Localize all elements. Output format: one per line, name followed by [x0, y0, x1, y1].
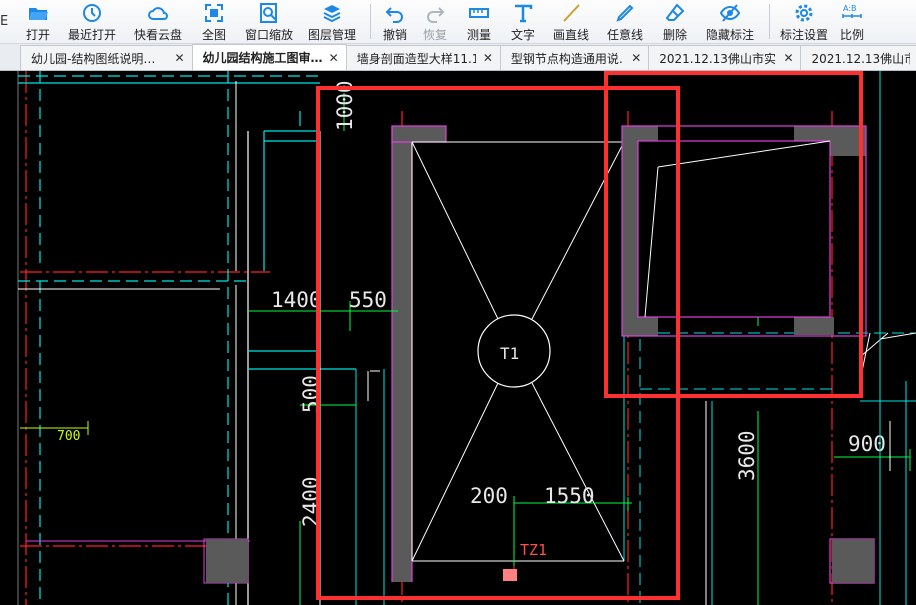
column-right-lower	[832, 539, 874, 583]
cloud-label: 快看云盘	[133, 28, 182, 42]
tab-label: 幼儿园-结构图纸说明…	[31, 51, 156, 66]
window-zoom-label: 窗口缩放	[244, 28, 293, 42]
undo-button[interactable]: 撤销	[377, 0, 413, 43]
scale-button[interactable]: A:B 比例	[832, 0, 872, 43]
redo-button[interactable]: 恢复	[413, 0, 457, 43]
cloud-button[interactable]: 快看云盘	[126, 0, 190, 43]
scale-ab-icon: A:B	[842, 4, 862, 18]
toolbar-separator	[769, 4, 770, 39]
recent-label: 最近打开	[67, 28, 116, 42]
redo-icon	[427, 7, 445, 23]
close-icon[interactable]: ✕	[482, 51, 494, 65]
document-tab-bar: 幼儿园-结构图纸说明… ✕ 幼儿园结构施工图审… ✕ 墙身剖面造型大样11.16…	[0, 44, 916, 71]
wall-left-stair	[392, 126, 412, 582]
annotation-settings-label: 标注设置	[779, 28, 828, 42]
svg-text:A:B: A:B	[843, 4, 857, 13]
fit-all-button[interactable]: 全图	[190, 0, 238, 43]
main-toolbar: E 打开 最近打开 快看云盘 全图 窗口缩放 图层管理 撤销 恢复 测量 文字 …	[0, 0, 916, 44]
fit-all-label: 全图	[201, 28, 226, 42]
window-zoom-button[interactable]: 窗口缩放	[238, 0, 300, 43]
dim-1400: 1400	[271, 288, 322, 312]
text-button[interactable]: 文字	[501, 0, 545, 43]
dim-3600: 3600	[735, 430, 759, 481]
delete-label: 删除	[662, 28, 687, 42]
wall-lines-left	[18, 81, 321, 605]
tab-label: 型钢节点构造通用说…	[510, 51, 625, 66]
tab-foshan-2[interactable]: 2021.12.13佛山市…	[800, 45, 916, 70]
annotation-settings-button[interactable]: 标注设置	[776, 0, 832, 43]
scale-label: 比例	[839, 28, 864, 42]
tab-steel-joint[interactable]: 型钢节点构造通用说… ✕	[499, 45, 650, 70]
ruler-icon	[469, 8, 489, 18]
stair-column-marker	[503, 569, 517, 581]
tab-structure-review[interactable]: 幼儿园结构施工图审… ✕	[191, 44, 347, 70]
toolbar-cut-label: E	[0, 14, 9, 29]
close-icon[interactable]: ✕	[782, 51, 794, 65]
freeline-label: 任意线	[606, 28, 643, 42]
room-interior	[638, 141, 830, 317]
open-label: 打开	[25, 28, 50, 42]
layers-label: 图层管理	[307, 28, 356, 42]
hide-annotation-button[interactable]: 隐藏标注	[697, 0, 763, 43]
tab-label: 2021.12.13佛山市…	[811, 51, 910, 66]
tab-structure-notes[interactable]: 幼儿园-结构图纸说明… ✕	[20, 45, 193, 70]
cloud-icon	[148, 7, 168, 20]
pen-icon	[616, 4, 634, 22]
dim-200: 200	[470, 484, 508, 508]
tab-label: 2021.12.13佛山市实…	[659, 51, 777, 66]
fit-all-icon	[205, 4, 223, 22]
layers-icon	[323, 5, 341, 23]
dim-700-text: 700	[57, 429, 80, 444]
dim-550: 550	[349, 288, 387, 312]
toolbar-separator	[370, 4, 371, 39]
undo-icon	[385, 7, 403, 23]
layers-button[interactable]: 图层管理	[300, 0, 364, 43]
tab-label: 墙身剖面造型大样11.16	[356, 51, 476, 66]
eye-slash-icon	[719, 4, 741, 22]
hide-annotation-label: 隐藏标注	[705, 28, 754, 42]
gear-icon	[795, 4, 813, 22]
close-icon[interactable]: ✕	[174, 51, 186, 65]
measure-label: 测量	[466, 28, 491, 42]
text-T-icon	[515, 4, 533, 23]
tab-wall-section[interactable]: 墙身剖面造型大样11.16 ✕	[345, 45, 501, 70]
eraser-icon	[665, 3, 685, 21]
close-icon[interactable]: ✕	[328, 51, 340, 65]
tab-foshan-1[interactable]: 2021.12.13佛山市实… ✕	[648, 45, 802, 70]
window-zoom-icon	[260, 3, 277, 23]
dim-1550: 1550	[544, 484, 595, 508]
stair-column-label-tz1: TZ1	[520, 541, 547, 559]
cad-drawing: 700 T1 1400 550 1000 500 2400 200 1550 3…	[17, 71, 916, 605]
undo-label: 撤销	[382, 28, 407, 42]
delete-button[interactable]: 删除	[653, 0, 697, 43]
column-right-bottom	[794, 317, 834, 335]
text-label: 文字	[510, 28, 535, 42]
freeline-button[interactable]: 任意线	[597, 0, 653, 43]
line-icon	[563, 4, 580, 22]
measure-button[interactable]: 测量	[457, 0, 501, 43]
line-button[interactable]: 画直线	[545, 0, 597, 43]
cad-drawing-canvas[interactable]: 700 T1 1400 550 1000 500 2400 200 1550 3…	[0, 71, 916, 605]
recent-button[interactable]: 最近打开	[58, 0, 126, 43]
column-left	[206, 539, 248, 583]
open-button[interactable]: 打开	[18, 0, 58, 43]
line-label: 画直线	[552, 28, 589, 42]
clock-history-icon	[83, 4, 101, 22]
folder-open-icon	[29, 8, 48, 20]
tab-label: 幼儿园结构施工图审…	[202, 51, 322, 65]
stair-label-t1: T1	[500, 344, 519, 363]
redo-label: 恢复	[422, 28, 447, 42]
close-icon[interactable]: ✕	[630, 51, 642, 65]
